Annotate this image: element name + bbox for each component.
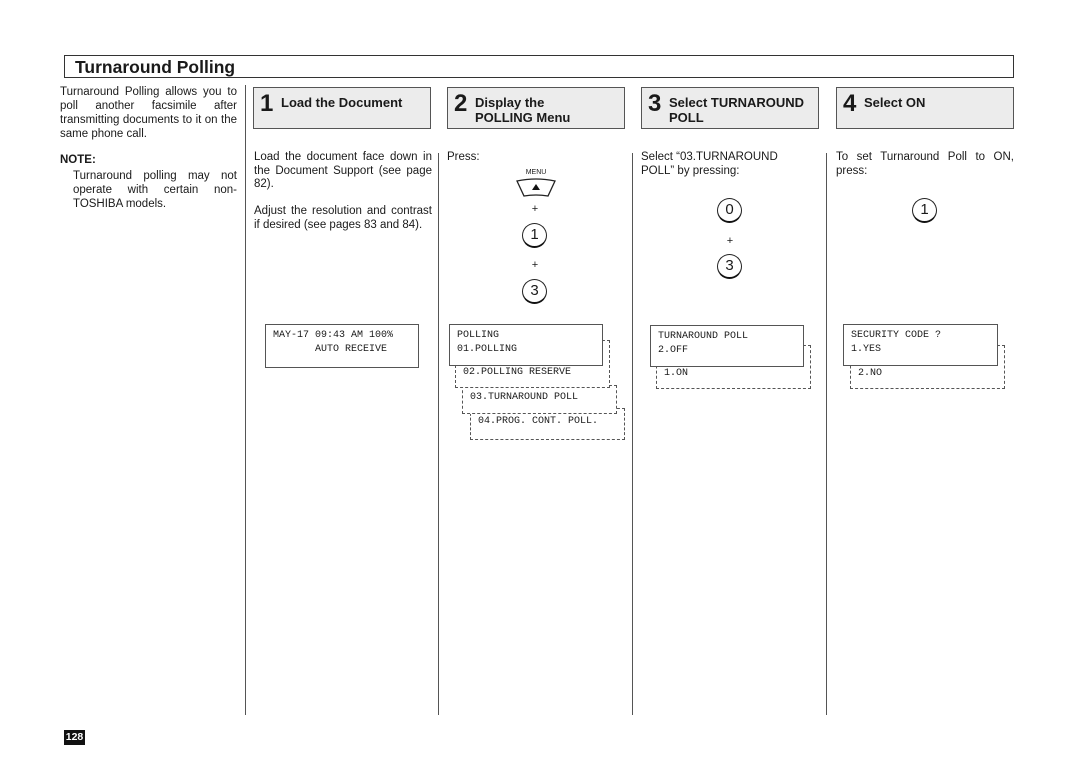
step-title: Display the POLLING Menu xyxy=(475,95,571,125)
section-title-bar: Turnaround Polling xyxy=(64,55,1014,78)
plus-sign: + xyxy=(531,259,539,271)
step-2-header: 2 Display the POLLING Menu xyxy=(447,87,625,129)
step-title: Select TURNAROUND POLL xyxy=(669,95,805,125)
step-number: 4 xyxy=(843,90,857,117)
lcd-line: 2.OFF xyxy=(658,345,689,356)
step-1-header: 1 Load the Document xyxy=(253,87,431,129)
menu-key[interactable] xyxy=(515,178,557,198)
column-divider xyxy=(438,153,439,715)
column-divider xyxy=(632,153,633,715)
note-text: Turnaround polling may not operate with … xyxy=(73,170,237,210)
number-key-1[interactable]: 1 xyxy=(522,223,547,248)
column-divider xyxy=(245,85,246,715)
page-number: 128 xyxy=(64,730,85,745)
note-label: NOTE: xyxy=(60,154,96,166)
number-key-3[interactable]: 3 xyxy=(522,279,547,304)
step-number: 3 xyxy=(648,90,662,117)
plus-sign: + xyxy=(726,235,734,247)
step-3-instruction: Select “03.TURNAROUND POLL” by pressing: xyxy=(641,151,778,177)
step-2-lcd-display: POLLING 01.POLLING xyxy=(449,324,603,366)
column-divider xyxy=(826,153,827,715)
lcd-line: 1.YES xyxy=(851,344,882,355)
step-4-instruction: To set Turnaround Poll to ON, press: xyxy=(836,151,1014,177)
step-4-lcd-display: SECURITY CODE ? 1.YES xyxy=(843,324,998,366)
step-1-paragraph: Adjust the resolution and contrast if de… xyxy=(254,205,432,231)
step-number: 2 xyxy=(454,90,468,117)
step-1-paragraph: Load the document face down in the Docum… xyxy=(254,151,432,190)
intro-text: Turnaround Polling allows you to poll an… xyxy=(60,86,237,140)
number-key-3[interactable]: 3 xyxy=(717,254,742,279)
lcd-line: SECURITY CODE ? xyxy=(851,330,942,341)
menu-key-label: MENU xyxy=(525,169,547,176)
step-1-lcd-display: MAY-17 09:43 AM 100% AUTO RECEIVE xyxy=(265,324,419,368)
menu-arrow-up-icon xyxy=(516,178,556,197)
lcd-line: MAY-17 09:43 AM 100% xyxy=(273,330,394,341)
step-title: Select ON xyxy=(864,95,926,110)
step-3-lcd-display: TURNAROUND POLL 2.OFF xyxy=(650,325,804,367)
lcd-option-3: 03.TURNAROUND POLL xyxy=(462,385,617,414)
number-key-1[interactable]: 1 xyxy=(912,198,937,223)
number-key-0[interactable]: 0 xyxy=(717,198,742,223)
step-2-instruction: Press: xyxy=(447,151,480,163)
page-title: Turnaround Polling xyxy=(75,57,236,77)
step-3-header: 3 Select TURNAROUND POLL xyxy=(641,87,819,129)
step-4-header: 4 Select ON xyxy=(836,87,1014,129)
step-title: Load the Document xyxy=(281,95,403,110)
lcd-line: 01.POLLING xyxy=(457,344,518,355)
lcd-line: TURNAROUND POLL xyxy=(658,331,749,342)
lcd-line: POLLING xyxy=(457,330,500,341)
plus-sign: + xyxy=(531,203,539,215)
lcd-line: AUTO RECEIVE xyxy=(273,344,388,355)
step-number: 1 xyxy=(260,90,274,117)
